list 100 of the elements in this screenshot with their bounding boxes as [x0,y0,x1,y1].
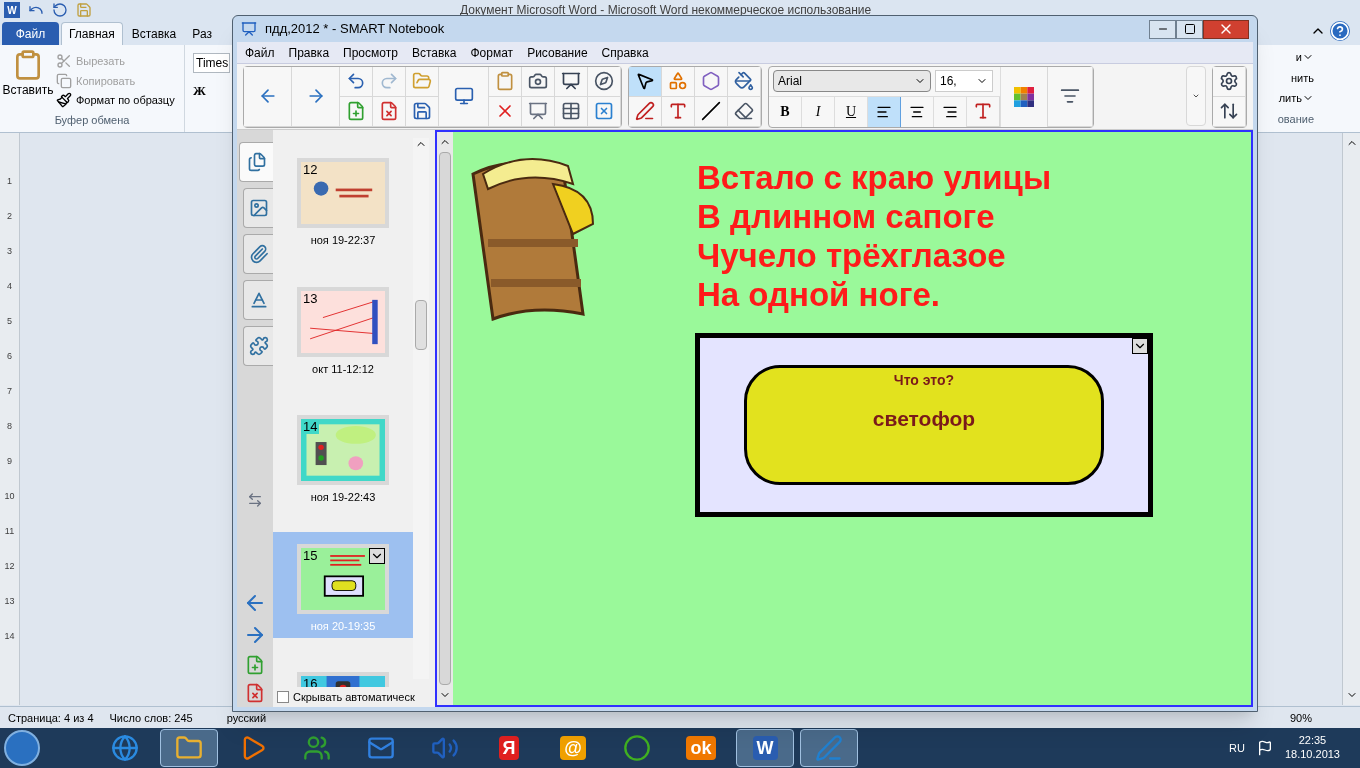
paperclip-tab[interactable] [243,234,273,274]
window-title: Документ Microsoft Word - Microsoft Word некоммерческое использование [460,2,872,19]
taskbar-app[interactable] [800,729,858,767]
poem-line: Чучело трёхглазое [697,236,1007,275]
ribbon-command[interactable]: лить [1278,90,1314,107]
maximize-button[interactable] [1176,19,1203,39]
ruler-mark: 13 [4,595,15,607]
font-name-field[interactable]: Times [193,53,231,73]
delete-button[interactable] [489,96,522,127]
taskbar-app[interactable]: Я [480,729,538,767]
scrollbar-thumb[interactable] [439,152,451,685]
settings-icon [1219,71,1239,91]
page-number: 12 [301,162,320,177]
object-menu-icon[interactable] [1132,338,1148,354]
text-properties-tab[interactable] [243,280,273,320]
pages-tab[interactable] [239,142,273,182]
letter-t-tool-button[interactable] [662,96,695,127]
ruler-mark: 4 [7,280,12,292]
bold-button[interactable]: B [769,96,802,127]
eraser-tool-button[interactable] [728,96,761,127]
menu-item[interactable]: Файл [245,43,275,62]
close-button[interactable] [1203,19,1249,39]
menu-item[interactable]: Рисование [527,43,588,62]
delete-page-icon[interactable] [245,683,265,703]
add-page-button[interactable] [340,96,373,127]
word-count[interactable]: Число слов: 245 [109,709,193,726]
line-style-button[interactable] [1047,66,1093,127]
pointer-tool-button[interactable] [629,66,662,97]
input-language[interactable]: RU [1229,739,1245,757]
menu-item[interactable]: Формат [470,43,514,62]
flag-icon[interactable] [1256,740,1273,756]
align-left-button[interactable] [868,96,901,127]
delete-page-button[interactable] [373,96,406,127]
measure-tools-button[interactable] [588,66,621,97]
word-app-icon[interactable]: W [4,2,20,18]
puzzle-icon [248,336,269,356]
clock[interactable]: 22:35 18.10.2013 [1284,734,1340,762]
answer-card[interactable]: Что это? светофор [744,365,1104,485]
font-dropdown[interactable]: Arial [773,70,931,92]
ruler-mark: 11 [4,525,15,537]
bold-button[interactable]: Ж [193,81,207,101]
square-x-icon [594,101,614,121]
start-button[interactable] [4,730,40,766]
zoom-level[interactable]: 90% [1289,709,1312,726]
folder-icon [412,71,432,91]
ribbon-command[interactable]: нить [1291,69,1314,86]
resize-icon[interactable] [247,492,263,508]
redo-icon [379,71,399,91]
puzzle-tab[interactable] [243,326,273,366]
redo-icon[interactable] [52,2,68,18]
table-button[interactable] [555,96,588,127]
scrollbar-thumb[interactable] [415,300,427,350]
font-size-dropdown[interactable]: 16, [935,70,993,92]
page-date: окт 11-12:12 [312,361,374,377]
paste-button[interactable]: Вставить [0,49,56,112]
maximize-icon [1183,23,1196,35]
language-indicator[interactable]: русский [226,709,267,726]
menu-item[interactable]: Правка [288,43,330,62]
ribbon-tab[interactable]: Вставка [124,22,184,45]
save-button[interactable] [406,96,439,127]
pen-icon [815,734,843,762]
page-menu-icon[interactable] [369,547,385,564]
italic-button[interactable]: I [802,96,835,127]
minimize-button[interactable] [1149,19,1176,39]
ribbon-tab[interactable]: Файл [2,22,59,45]
menu-item[interactable]: Просмотр [343,43,398,62]
display-button[interactable] [439,66,489,127]
taskbar-app[interactable] [160,729,218,767]
stand-icon [561,71,581,91]
page-plus-icon [346,101,366,121]
clipboard-command[interactable]: Формат по образцу [56,92,175,109]
page-date: ноя 19-22:43 [310,490,376,505]
page-date: ноя 20-19:35 [310,618,376,634]
ribbon-tab[interactable]: Главная [61,22,123,45]
menu-item[interactable]: Вставка [411,43,457,62]
settings-button[interactable] [1213,66,1246,97]
taskbar-app[interactable]: W [736,729,794,767]
line-tool-button[interactable] [695,96,728,127]
hexagon-tool-button[interactable] [695,66,728,97]
screen-shade-button[interactable] [522,96,555,127]
page-thumbnail[interactable]: 15 ноя 20-19:35 [273,531,413,638]
autohide-checkbox[interactable]: Скрывать автоматическ [273,687,435,707]
paint-bucket-tool-button[interactable] [728,66,761,97]
ruler-mark: 3 [7,245,12,257]
move-toolbar-button[interactable] [1213,96,1246,127]
ribbon-tab[interactable]: Раз [185,22,219,45]
add-page-icon[interactable] [245,655,265,675]
menu-item[interactable]: Справка [601,43,649,62]
capture-button[interactable] [522,66,555,97]
text-color-button[interactable] [967,96,1000,127]
help-icon[interactable] [1330,21,1350,41]
page-count[interactable]: Страница: 4 из 4 [8,709,94,726]
pen-tool-button[interactable] [629,96,662,127]
poem-line: В длинном сапоге [697,197,996,236]
ribbon-command[interactable]: ование [1277,110,1314,127]
picture-frame-tab[interactable] [243,188,273,228]
addon-button[interactable] [588,96,621,127]
document-camera-button[interactable] [555,66,588,97]
undo-button[interactable] [340,66,373,97]
ribbon-command[interactable]: и [1295,49,1314,66]
